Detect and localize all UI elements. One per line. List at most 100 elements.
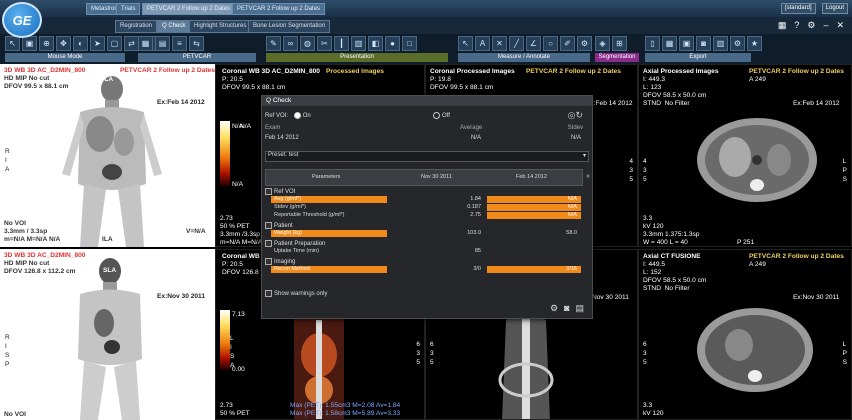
collapse-icon[interactable]: «	[586, 173, 590, 180]
section-header[interactable]: Ref VOI	[265, 188, 295, 195]
orientation-ticks-right: LISA	[230, 335, 235, 369]
param-name: Recon Method	[271, 266, 387, 273]
settings-icon[interactable]: ⚙	[730, 36, 745, 51]
viewport-info: STND No Filter	[643, 285, 690, 292]
table-header: Parameters Nov 30 2011 Feb 14 2012	[265, 169, 583, 186]
top-tab[interactable]: Trials	[116, 3, 141, 15]
toolbar-group-mouse-mode: ↖▣⊕✥◐➤▢⇄↻ Mouse Mode	[5, 35, 156, 62]
scissors-icon[interactable]: ✂	[317, 36, 332, 51]
layout-icon[interactable]: ▤	[155, 36, 170, 51]
tab-q-check[interactable]: Q Check	[157, 20, 191, 33]
viewport-axial-ct-fusion[interactable]: Axial CT FUSIONE PETVCAR 2 Follow up 2 D…	[638, 249, 852, 420]
viewport-info: HD MIP No cut	[4, 260, 50, 267]
grid-icon[interactable]: ▦	[778, 20, 787, 31]
merge-icon[interactable]: ⊞	[612, 36, 627, 51]
section-header[interactable]: Patient	[265, 222, 293, 229]
viewport-series: PETVCAR 2 Follow up 2 Dates	[120, 67, 215, 74]
gear-icon[interactable]: ⚙	[577, 36, 592, 51]
exam-date: Ex:Nov 30 2011	[793, 294, 840, 301]
grid-icon[interactable]: ▦	[138, 36, 153, 51]
tab-bone-lesion-segmentation[interactable]: Bone Lesion Segmentation	[248, 20, 331, 33]
section-header[interactable]: Patient Preparation	[265, 240, 325, 247]
blob-icon[interactable]: ●	[385, 36, 400, 51]
close-icon[interactable]: ✕	[836, 20, 844, 31]
pointer-icon[interactable]: ↖	[458, 36, 473, 51]
slice-numbers: 435	[629, 158, 633, 183]
blend-info: 50 % PET	[220, 410, 250, 417]
orientation-label: SLA	[103, 267, 117, 274]
viewport-info: DFOV 99.5 x 88.1 cm	[222, 84, 286, 91]
tab-highlight-structures[interactable]: Highlight Structures	[189, 20, 252, 33]
value-date-2: N/A	[487, 212, 581, 219]
tab-registration[interactable]: Registration	[115, 20, 158, 33]
arrow-icon[interactable]: ↖	[5, 36, 20, 51]
book-icon[interactable]: ▥	[351, 36, 366, 51]
value-date-2: 2/16	[487, 266, 581, 273]
export-icon[interactable]: ▤	[575, 303, 584, 314]
colorbar-max: 7.13	[232, 311, 245, 318]
box-icon[interactable]: □	[402, 36, 417, 51]
thickness-info: 3.3mm 1.375:1.3sp	[643, 231, 700, 238]
table-row: Recon Method 3/0 2/16	[265, 266, 581, 274]
measure-info: m=N/A M=N/A	[220, 239, 263, 246]
draw-icon[interactable]: ✐	[560, 36, 575, 51]
paint-icon[interactable]: ◍	[300, 36, 315, 51]
help-icon[interactable]: ?	[794, 20, 799, 31]
move-icon[interactable]: ⇄	[124, 36, 139, 51]
top-tab[interactable]: PETVCAR 2 Follow up 2 Dates	[232, 3, 326, 15]
segment-icon[interactable]: ◈	[595, 36, 610, 51]
value-date-2: 58.0	[566, 230, 577, 236]
value-date-1: 2.75	[470, 212, 481, 218]
line-icon[interactable]: ╱	[509, 36, 524, 51]
show-warnings-row[interactable]: Show warnings only	[265, 290, 587, 297]
bars-icon[interactable]: ≡	[172, 36, 187, 51]
ruler-icon[interactable]: ┃	[334, 36, 349, 51]
window-icon[interactable]: ▢	[107, 36, 122, 51]
camera-icon[interactable]: ◙	[564, 303, 569, 314]
viewport-axial[interactable]: Axial Processed Images PETVCAR 2 Follow …	[638, 64, 852, 247]
logout-button[interactable]: Logout	[821, 2, 848, 14]
grid2-icon[interactable]: ▦	[662, 36, 677, 51]
pan-icon[interactable]: ✥	[56, 36, 71, 51]
document-icon[interactable]: ▯	[645, 36, 660, 51]
radio-off[interactable]: Off	[433, 112, 450, 119]
crop-icon[interactable]: ▣	[22, 36, 37, 51]
sub-tab-bar: Registration Q Check Highlight Structure…	[0, 17, 852, 35]
refresh-icon[interactable]: ◎↻	[568, 110, 583, 121]
param-name: Reportable Threshold (g/ml*)	[274, 212, 345, 218]
minimize-icon[interactable]: –	[823, 20, 828, 31]
top-tab-active[interactable]: PETVCAR 2 Follow up 2 Dates	[142, 3, 236, 15]
swap-icon[interactable]: ⇆	[189, 36, 204, 51]
viewport-mip-prior[interactable]: 3D WB 3D AC_D2MIN_800 HD MIP No cut DFOV…	[0, 249, 215, 420]
viewport-mip-current[interactable]: 3D WB 3D AC_D2MIN_800 PETVCAR 2 Follow u…	[0, 64, 215, 247]
circle-icon[interactable]: ○	[543, 36, 558, 51]
text-icon[interactable]: A	[475, 36, 490, 51]
angle-icon[interactable]: ∠	[526, 36, 541, 51]
preset-select[interactable]: Preset: test ▾	[265, 151, 589, 162]
film-icon[interactable]: ▣	[679, 36, 694, 51]
section-header[interactable]: Imaging	[265, 258, 295, 265]
value-date-1: 3/0	[473, 266, 481, 272]
brightness-icon[interactable]: ◐	[73, 36, 88, 51]
viewport-title: 3D WB 3D AC_D2MIN_800	[4, 252, 86, 259]
ref-voi-label: Ref VOI:	[265, 113, 289, 120]
link-icon[interactable]: ∞	[283, 36, 298, 51]
cursor-icon[interactable]: ➤	[90, 36, 105, 51]
film2-icon[interactable]: ▥	[713, 36, 728, 51]
radio-on[interactable]: On	[293, 112, 311, 119]
viewport-info: P: 20.5	[222, 261, 243, 268]
volume-info: V=N/A	[186, 228, 206, 235]
camera-icon[interactable]: ◙	[696, 36, 711, 51]
orientation-ticks-right: LPS	[842, 341, 847, 366]
run-icon[interactable]: ★	[747, 36, 762, 51]
slice-info: 3.3mm /3.3sp	[220, 231, 260, 238]
voi-info: No VOI	[4, 220, 26, 227]
gear-icon[interactable]: ⚙	[807, 20, 815, 31]
cube-icon[interactable]: ◧	[368, 36, 383, 51]
viewport-info: I: 449.3	[643, 76, 665, 83]
cross-icon[interactable]: ✕	[492, 36, 507, 51]
tool-icon[interactable]: ✎	[266, 36, 281, 51]
zoom-icon[interactable]: ⊕	[39, 36, 54, 51]
settings-icon[interactable]: ⚙	[550, 303, 558, 314]
viewport-info: DFOV 126.8	[222, 269, 259, 276]
